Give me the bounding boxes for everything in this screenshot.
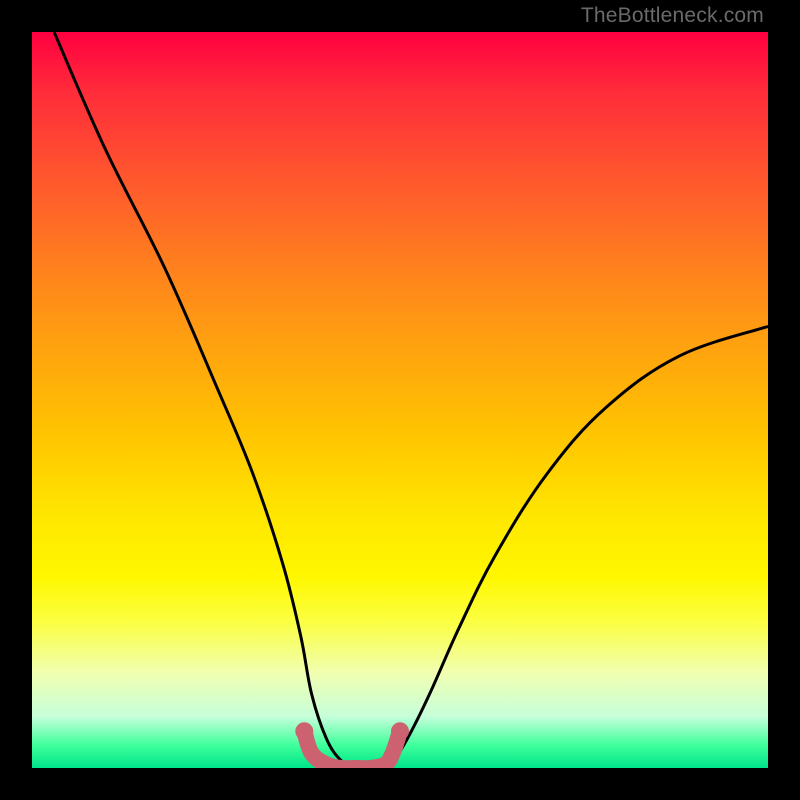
- watermark-text: TheBottleneck.com: [581, 4, 764, 28]
- trough-endpoint-dot: [295, 722, 313, 740]
- bottleneck-curve-path: [54, 32, 768, 768]
- chart-frame: TheBottleneck.com: [0, 0, 800, 800]
- trough-highlight-path: [304, 731, 400, 768]
- trough-endpoint-dot: [391, 722, 409, 740]
- plot-area: [32, 32, 768, 768]
- curve-svg: [32, 32, 768, 768]
